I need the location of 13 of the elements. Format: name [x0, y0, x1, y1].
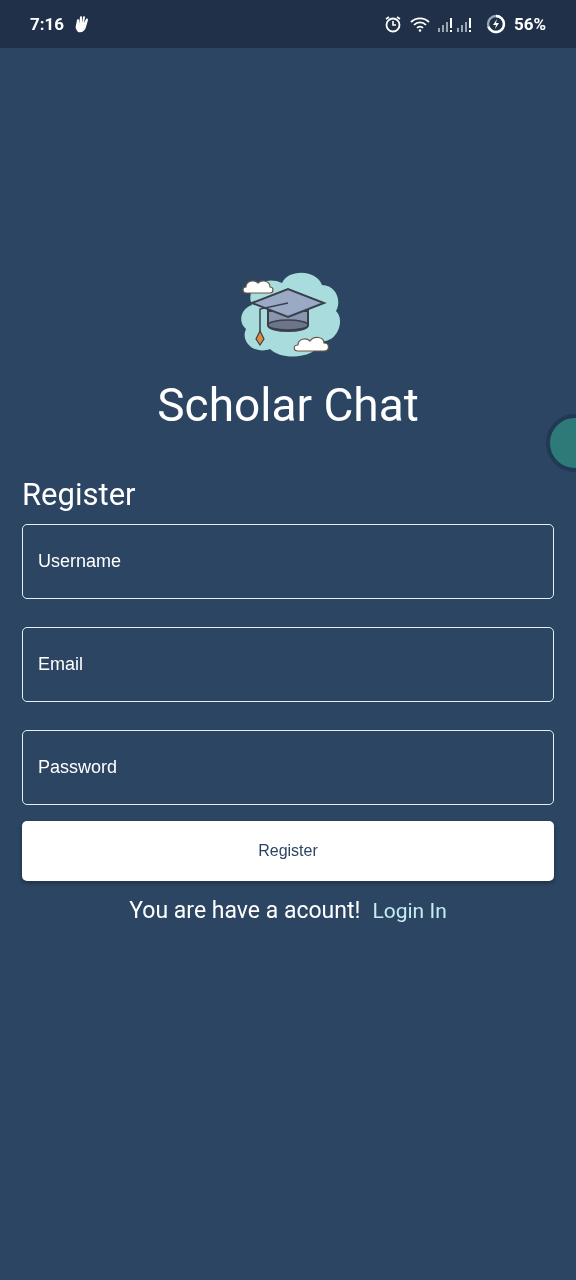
battery-charging-icon — [485, 14, 506, 34]
register-button[interactable]: Register — [22, 821, 554, 881]
clock-time: 7:16 — [30, 14, 65, 34]
form-heading: Register — [22, 475, 137, 515]
account-prompt: You are have a acount! — [129, 897, 361, 924]
input-field[interactable]: Password — [22, 730, 554, 805]
input-field[interactable]: Username — [22, 524, 554, 599]
app-title: Scholar Chat — [156, 377, 420, 434]
input-field[interactable]: Email — [22, 627, 554, 702]
login-link[interactable]: Login In — [372, 899, 447, 923]
battery-percentage: 56% — [513, 14, 546, 34]
wifi-icon — [409, 16, 430, 32]
alarm-clock-icon — [383, 15, 402, 33]
